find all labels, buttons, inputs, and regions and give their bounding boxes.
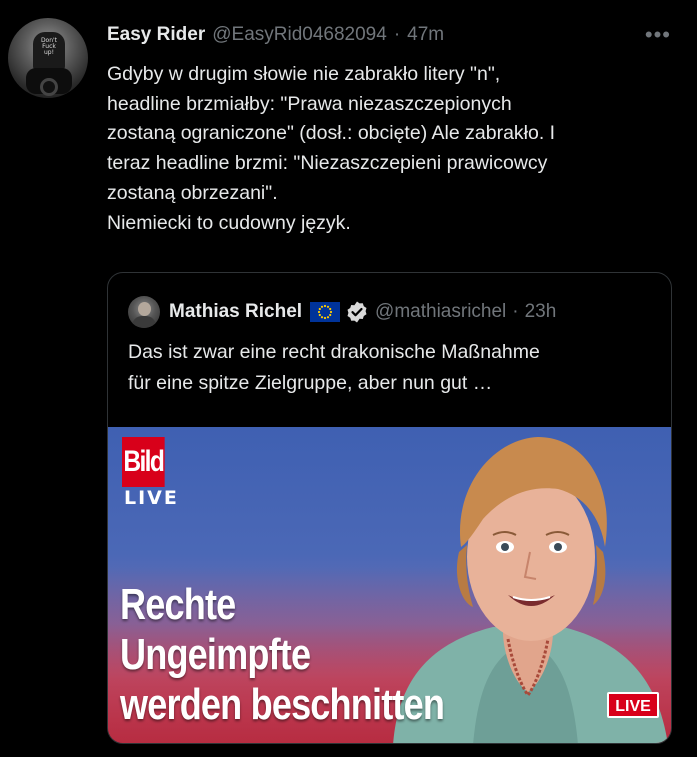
verified-badge-icon <box>345 300 369 324</box>
author-avatar[interactable]: Don't Fuck up! <box>8 18 88 98</box>
avatar-wheel <box>40 78 58 96</box>
quoted-author-name[interactable]: Mathias Richel <box>169 301 302 323</box>
tweet-text: Gdyby w drugim słowie nie zabrakło liter… <box>107 63 556 234</box>
eu-flag-icon <box>310 302 341 322</box>
more-horizontal-icon[interactable]: ••• <box>645 24 671 46</box>
quoted-author-handle[interactable]: @mathiasrichel <box>375 301 506 323</box>
avatar-face <box>138 302 151 316</box>
quoted-tweet[interactable]: Mathias Richel @mathiasrichel · 23h Das … <box>107 272 672 744</box>
tweet-header: Easy Rider @EasyRid04682094 · 47m <box>107 24 444 50</box>
separator-dot: · <box>512 301 519 322</box>
quoted-tweet-time[interactable]: 23h <box>525 301 557 323</box>
bild-live-label: LIVE <box>124 487 179 509</box>
tweet[interactable]: Don't Fuck up! Easy Rider @EasyRid046820… <box>0 0 697 757</box>
live-badge: LIVE <box>607 692 659 718</box>
author-name[interactable]: Easy Rider <box>107 24 205 46</box>
avatar-torso <box>132 316 156 328</box>
author-handle[interactable]: @EasyRid04682094 <box>212 24 387 46</box>
avatar-shirt-text: Don't Fuck up! <box>40 37 58 56</box>
media-headline: Rechte Ungeimpfte werden beschnitten <box>120 580 445 729</box>
separator-dot: · <box>393 24 401 45</box>
quoted-tweet-header: Mathias Richel @mathiasrichel · 23h <box>128 295 556 329</box>
quoted-media-image[interactable]: Bild LIVE Rechte Ungeimpfte werden besch… <box>108 427 671 743</box>
quoted-tweet-text: Das ist zwar eine recht drakonische Maßn… <box>128 341 540 394</box>
quoted-author-avatar[interactable] <box>128 296 160 328</box>
tweet-time[interactable]: 47m <box>407 24 444 46</box>
bild-logo: Bild <box>122 437 165 487</box>
